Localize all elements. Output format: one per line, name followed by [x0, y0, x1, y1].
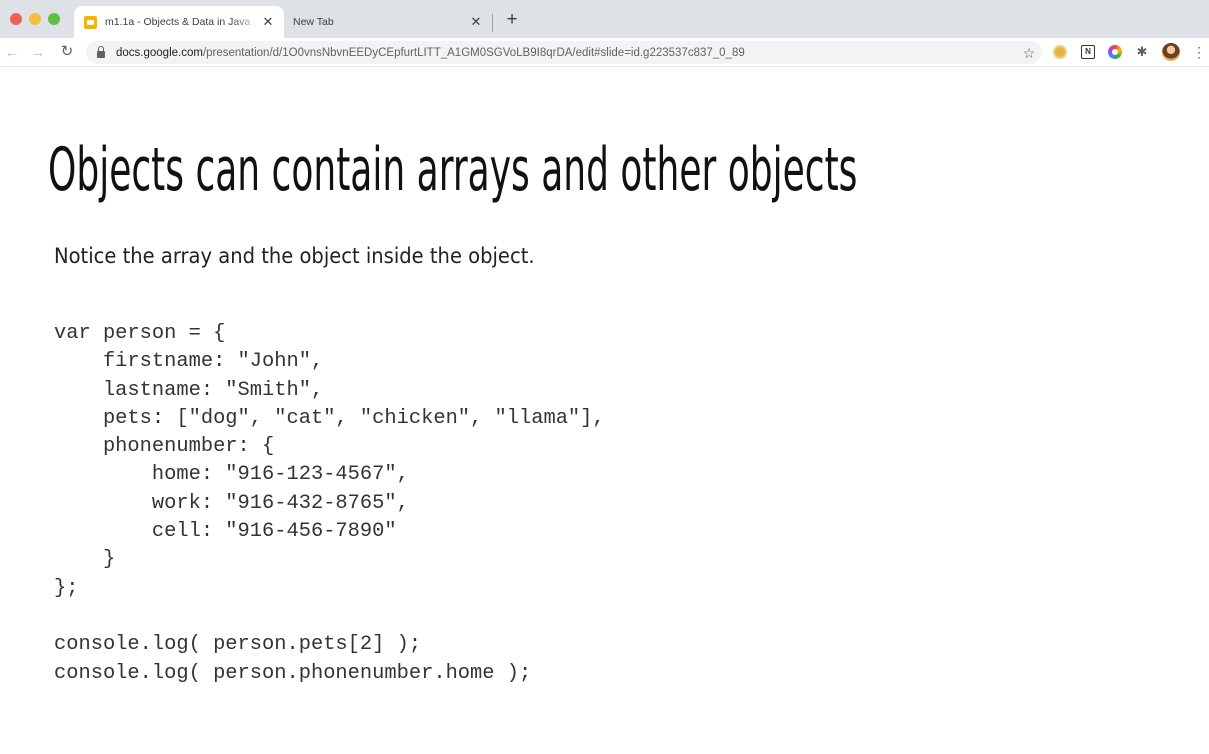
- code-line: phonenumber: {: [54, 435, 275, 459]
- color-picker-icon[interactable]: [1108, 45, 1122, 59]
- slide-title: Objects can contain arrays and other obj…: [48, 135, 858, 205]
- puzzle-icon[interactable]: ✱: [1135, 45, 1149, 59]
- notion-icon[interactable]: N: [1081, 45, 1095, 59]
- profile-avatar[interactable]: [1162, 43, 1180, 61]
- forward-arrow-icon[interactable]: →: [28, 42, 48, 62]
- tab-title: m1.1a - Objects & Data in Java: [105, 16, 251, 28]
- url-text[interactable]: docs.google.com/presentation/d/1O0vnsNbv…: [116, 47, 1020, 59]
- window-close-button[interactable]: [10, 13, 22, 25]
- close-icon[interactable]: ✕: [260, 14, 276, 30]
- code-block: var person = { firstname: "John", lastna…: [54, 320, 605, 688]
- tab-new-tab[interactable]: New Tab ✕: [284, 6, 492, 38]
- code-line: };: [54, 576, 79, 600]
- code-line: work: "916-432-8765",: [54, 491, 409, 515]
- google-slides-icon: [84, 15, 97, 29]
- tab-slides[interactable]: m1.1a - Objects & Data in Java ✕: [74, 6, 284, 38]
- window-zoom-button[interactable]: [48, 13, 60, 25]
- back-arrow-icon[interactable]: ←: [2, 42, 22, 62]
- presentation-slide: Objects can contain arrays and other obj…: [0, 68, 1209, 754]
- new-tab-button[interactable]: +: [502, 10, 522, 30]
- lock-icon[interactable]: [97, 46, 105, 58]
- window-minimize-button[interactable]: [29, 13, 41, 25]
- code-line: }: [54, 548, 116, 572]
- close-icon[interactable]: ✕: [468, 14, 484, 30]
- code-line: home: "916-123-4567",: [54, 463, 409, 487]
- code-line: lastname: "Smith",: [54, 378, 324, 402]
- code-line: cell: "916-456-7890": [54, 520, 397, 544]
- more-menu-icon[interactable]: ⋮: [1192, 43, 1206, 61]
- slide-subtitle: Notice the array and the object inside t…: [54, 244, 535, 268]
- tab-divider: [492, 14, 493, 32]
- tab-title: New Tab: [293, 16, 334, 28]
- code-line: console.log( person.phonenumber.home );: [54, 661, 532, 685]
- browser-toolbar: ← → ↻ docs.google.com/presentation/d/1O0…: [0, 38, 1209, 67]
- url-host: docs.google.com: [116, 46, 203, 59]
- coin-extension-icon[interactable]: [1053, 45, 1067, 59]
- bookmark-star-icon[interactable]: ☆: [1020, 44, 1038, 62]
- tab-strip: m1.1a - Objects & Data in Java ✕ New Tab…: [0, 0, 1209, 38]
- reload-icon[interactable]: ↻: [57, 42, 77, 62]
- code-line: var person = {: [54, 322, 226, 345]
- url-path: /presentation/d/1O0vnsNbvnEEDyCEpfurtLIT…: [202, 46, 745, 59]
- code-line: firstname: "John",: [54, 350, 324, 374]
- code-line: console.log( person.pets[2] );: [54, 633, 422, 657]
- code-line: pets: ["dog", "cat", "chicken", "llama"]…: [54, 406, 605, 430]
- address-bar[interactable]: docs.google.com/presentation/d/1O0vnsNbv…: [86, 41, 1042, 64]
